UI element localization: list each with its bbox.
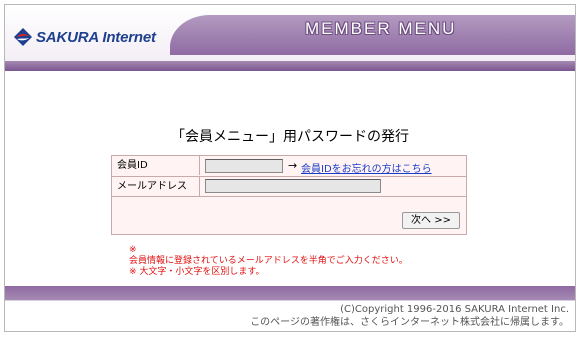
header: SAKURA Internet MEMBER MENU [5,5,575,71]
member-id-input[interactable] [205,159,283,173]
email-row: メールアドレス [112,177,466,197]
rights-text: このページの著作権は、さくらインターネット株式会社に帰属します。 [250,317,569,328]
arrow-icon: → [288,159,298,172]
header-strip [5,61,575,71]
notes: ※ 会員情報に登録されているメールアドレスを半角でご入力ください。 ※ 大文字・… [129,245,408,278]
next-button[interactable]: 次へ >> [402,212,460,229]
footer-strip [5,286,575,300]
menu-title: MEMBER MENU [305,19,457,38]
page-title: 「会員メニュー」用パスワードの発行 [171,129,409,145]
member-id-label: 会員ID [112,156,200,175]
copyright-text: (C)Copyright 1996-2016 SAKURA Internet I… [340,304,569,315]
footer-copyright: (C)Copyright 1996-2016 SAKURA Internet I… [250,303,569,329]
note-line-2: ※ 大文字・小文字を区別します。 [129,267,265,277]
member-id-row: 会員ID → 会員IDをお忘れの方はこちら [112,156,466,176]
logo-text: SAKURA Internet [36,28,156,46]
sakura-logo[interactable]: SAKURA Internet [13,27,156,47]
row-divider [112,196,466,197]
note-line-1: 会員情報に登録されているメールアドレスを半角でご入力ください。 [129,256,408,266]
email-input[interactable] [205,179,381,193]
page-frame: SAKURA Internet MEMBER MENU 「会員メニュー」用パスワ… [4,4,576,332]
sakura-logo-icon [14,28,32,46]
email-label: メールアドレス [112,177,200,196]
footer-divider [5,300,575,301]
forgot-member-id-link[interactable]: 会員IDをお忘れの方はこちら [301,160,432,175]
note-mark: ※ [129,245,137,255]
password-issue-form: 会員ID → 会員IDをお忘れの方はこちら メールアドレス 次へ >> [111,155,467,235]
